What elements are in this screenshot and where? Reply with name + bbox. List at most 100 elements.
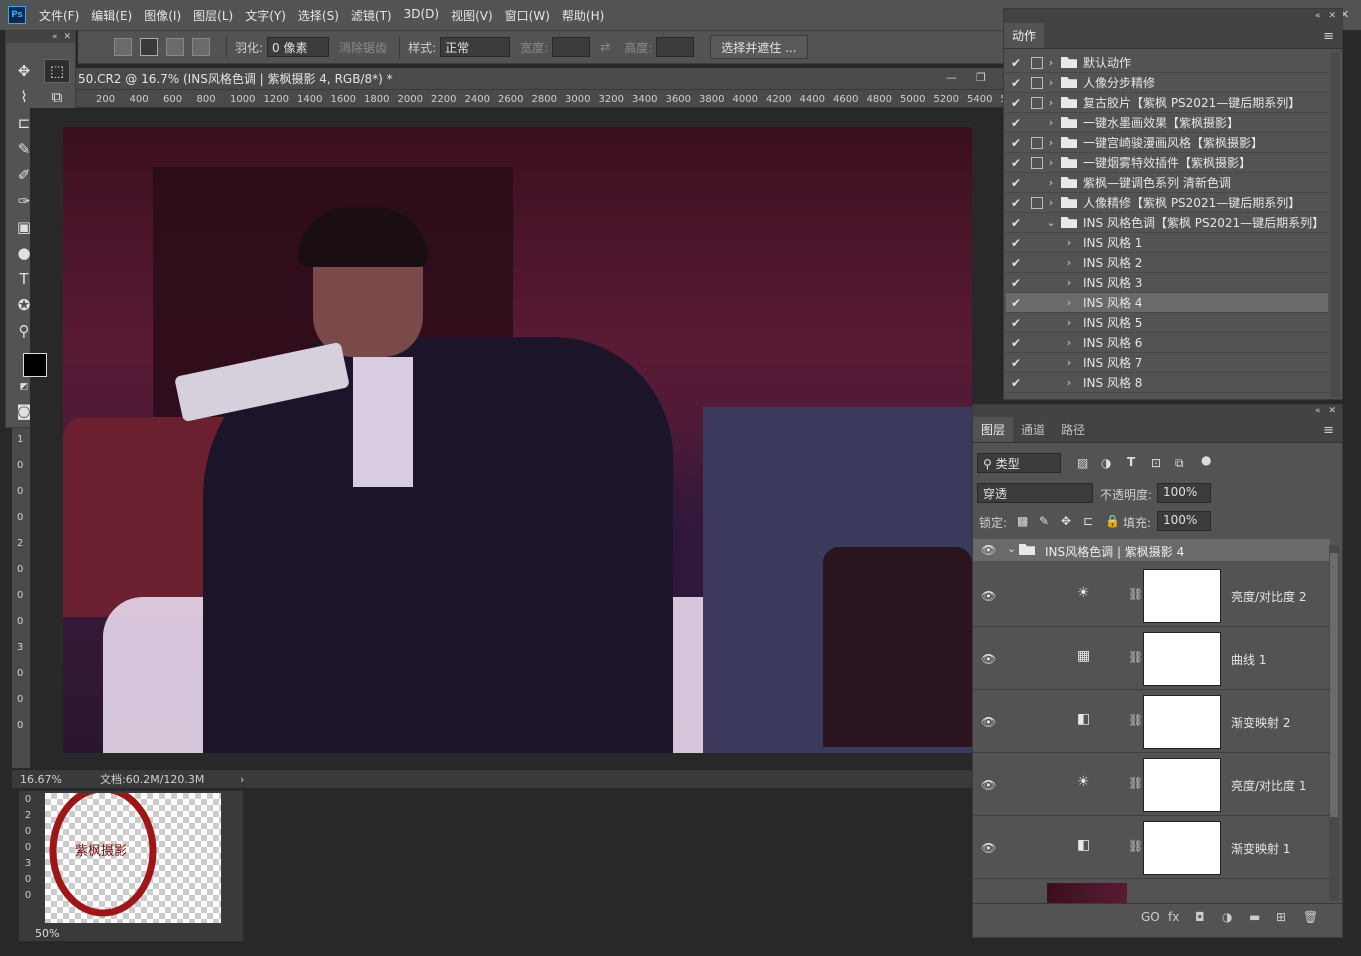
photo-canvas[interactable] (63, 127, 972, 753)
action-toggle-checkmark-icon[interactable]: ✔ (1006, 276, 1026, 290)
action-row[interactable]: ✔ › INS 风格 4 (1006, 293, 1328, 313)
menu-item-10[interactable]: 帮助(H) (562, 7, 604, 24)
action-row[interactable]: ✔ › 一键烟雾特效插件【紫枫摄影】 (1006, 153, 1328, 173)
chevron-right-icon[interactable]: › (1061, 236, 1077, 249)
dialog-toggle-icon[interactable] (1031, 377, 1043, 389)
blend-mode-select[interactable]: 穿透 (977, 483, 1093, 503)
menu-item-7[interactable]: 3D(D) (404, 7, 439, 24)
collapse-icon[interactable]: « (1315, 11, 1321, 21)
filter-toggle-icon[interactable]: ● (1201, 453, 1211, 467)
add-selection-button[interactable] (140, 38, 158, 56)
mask-link-icon[interactable]: ⛓ (1128, 713, 1143, 727)
visibility-eye-icon[interactable]: 👁 (981, 778, 996, 792)
layers-scrollbar-thumb[interactable] (1330, 553, 1338, 817)
doc-minimize-icon[interactable]: — (946, 71, 957, 84)
action-row[interactable]: ✔ › INS 风格 3 (1006, 273, 1328, 293)
dialog-toggle-icon[interactable] (1031, 237, 1043, 249)
collapse-icon[interactable]: « (52, 32, 58, 42)
foreground-color-swatch[interactable] (23, 353, 47, 377)
visibility-eye-icon[interactable]: 👁 (981, 589, 996, 603)
chevron-right-icon[interactable]: › (1043, 196, 1059, 209)
action-row[interactable]: ✔ › INS 风格 5 (1006, 313, 1328, 333)
dialog-toggle-icon[interactable] (1031, 257, 1043, 269)
pixel-filter-icon[interactable]: ▨ (1077, 456, 1088, 470)
dialog-toggle-icon[interactable] (1031, 297, 1043, 309)
menu-item-0[interactable]: 文件(F) (39, 7, 79, 24)
visibility-eye-icon[interactable]: 👁 (981, 652, 996, 666)
chevron-right-icon[interactable]: › (1061, 356, 1077, 369)
action-row[interactable]: ✔ › 人像精修【紫枫 PS2021—键后期系列】 (1006, 193, 1328, 213)
mask-link-icon[interactable]: ⛓ (1128, 587, 1143, 601)
menu-item-8[interactable]: 视图(V) (451, 7, 493, 24)
menu-item-3[interactable]: 图层(L) (193, 7, 233, 24)
dialog-toggle-icon[interactable] (1031, 96, 1043, 109)
chevron-right-icon[interactable]: › (1061, 336, 1077, 349)
menu-item-5[interactable]: 选择(S) (298, 7, 339, 24)
width-input[interactable] (552, 37, 591, 57)
add-mask-icon[interactable]: ◘ (1195, 910, 1205, 924)
action-toggle-checkmark-icon[interactable]: ✔ (1006, 216, 1026, 230)
action-toggle-checkmark-icon[interactable]: ✔ (1006, 56, 1026, 70)
chevron-down-icon[interactable]: ⌄ (1043, 216, 1059, 229)
layer-row[interactable]: 👁 ☀ ⛓ 亮度/对比度 1 (973, 754, 1330, 816)
lock-all-icon[interactable]: 🔒 (1105, 514, 1120, 528)
action-toggle-checkmark-icon[interactable]: ✔ (1006, 96, 1026, 110)
move-tool-icon[interactable]: ✥ (11, 59, 37, 83)
panel-menu-icon[interactable]: ≡ (1323, 423, 1334, 438)
tab-actions[interactable]: 动作 (1004, 23, 1045, 48)
layer-row[interactable]: 👁 ▦ ⛓ 曲线 1 (973, 628, 1330, 690)
action-toggle-checkmark-icon[interactable]: ✔ (1006, 336, 1026, 350)
action-row[interactable]: ✔ › 一键宫崎骏漫画风格【紫枫摄影】 (1006, 133, 1328, 153)
action-toggle-checkmark-icon[interactable]: ✔ (1006, 236, 1026, 250)
action-toggle-checkmark-icon[interactable]: ✔ (1006, 76, 1026, 90)
action-toggle-checkmark-icon[interactable]: ✔ (1006, 356, 1026, 370)
dialog-toggle-icon[interactable] (1031, 56, 1043, 69)
close-icon[interactable]: ✕ (1328, 406, 1336, 416)
adjustment-filter-icon[interactable]: ◑ (1101, 456, 1111, 470)
swap-icon[interactable]: ⇄ (600, 40, 610, 54)
action-row[interactable]: ✔ › INS 风格 8 (1006, 373, 1328, 393)
mask-link-icon[interactable]: ⛓ (1128, 650, 1143, 664)
action-toggle-checkmark-icon[interactable]: ✔ (1006, 376, 1026, 390)
action-toggle-checkmark-icon[interactable]: ✔ (1006, 296, 1026, 310)
tab-channels[interactable]: 通道 (1013, 417, 1053, 442)
chevron-right-icon[interactable]: › (1061, 256, 1077, 269)
antialias-checkbox[interactable]: 消除锯齿 (339, 39, 387, 56)
action-toggle-checkmark-icon[interactable]: ✔ (1006, 196, 1026, 210)
status-menu-arrow-icon[interactable]: › (240, 773, 244, 786)
layer-group-row[interactable]: 👁 ⌄ INS风格色调 | 紫枫摄影 4 (973, 539, 1330, 561)
visibility-eye-icon[interactable]: 👁 (981, 543, 996, 557)
select-and-mask-button[interactable]: 选择并遮住 ... (710, 35, 808, 59)
action-row[interactable]: ✔ › INS 风格 1 (1006, 233, 1328, 253)
tab-paths[interactable]: 路径 (1053, 417, 1093, 442)
action-toggle-checkmark-icon[interactable]: ✔ (1006, 136, 1026, 150)
delete-layer-icon[interactable]: 🗑 (1303, 910, 1318, 924)
chevron-right-icon[interactable]: › (1061, 376, 1077, 389)
mask-link-icon[interactable]: ⛓ (1128, 839, 1143, 853)
dialog-toggle-icon[interactable] (1031, 357, 1043, 369)
action-toggle-checkmark-icon[interactable]: ✔ (1006, 156, 1026, 170)
object-select-tool-icon[interactable]: ⧉ (44, 85, 70, 109)
lasso-tool-icon[interactable]: ⌇ (11, 85, 37, 109)
lock-artboard-icon[interactable]: ⊏ (1083, 514, 1093, 528)
layer-mask-thumbnail[interactable] (1143, 569, 1221, 623)
chevron-right-icon[interactable]: › (1061, 296, 1077, 309)
action-row[interactable]: ✔ › INS 风格 2 (1006, 253, 1328, 273)
dialog-toggle-icon[interactable] (1031, 317, 1043, 329)
lock-transparent-icon[interactable]: ▩ (1017, 514, 1028, 528)
dialog-toggle-icon[interactable] (1031, 196, 1043, 209)
close-icon[interactable]: ✕ (1328, 11, 1336, 21)
link-layers-icon[interactable]: GO (1141, 910, 1160, 924)
chevron-right-icon[interactable]: › (1043, 76, 1059, 89)
dialog-toggle-icon[interactable] (1031, 76, 1043, 89)
height-input[interactable] (656, 37, 695, 57)
dialog-toggle-icon[interactable] (1031, 156, 1043, 169)
smart-object-filter-icon[interactable]: ⧉ (1175, 456, 1184, 471)
default-colors-icon[interactable]: ◩ (18, 381, 30, 393)
layer-mask-thumbnail[interactable] (1143, 632, 1221, 686)
dialog-toggle-icon[interactable] (1031, 277, 1043, 289)
menu-item-2[interactable]: 图像(I) (144, 7, 181, 24)
layer-row[interactable]: 👁 ◧ ⛓ 渐变映射 2 (973, 691, 1330, 753)
dialog-toggle-icon[interactable] (1031, 217, 1043, 229)
layer-mask-thumbnail[interactable] (1143, 695, 1221, 749)
